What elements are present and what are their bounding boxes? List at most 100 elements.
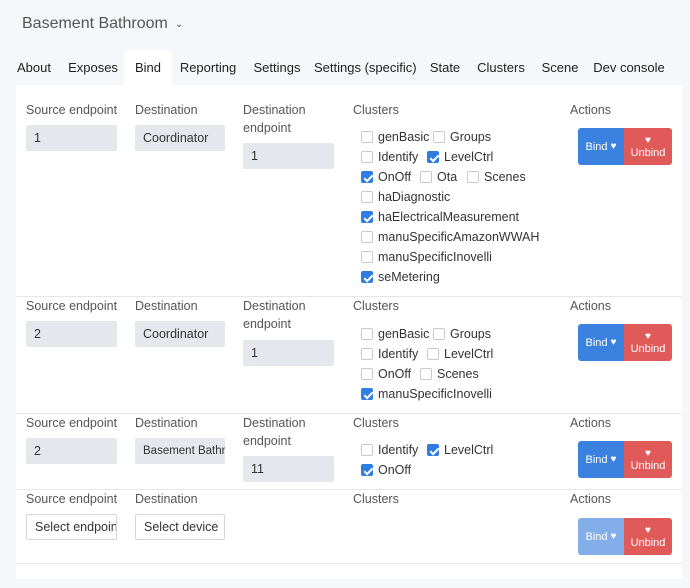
cluster-checkbox-Identify[interactable]: Identify (361, 442, 418, 458)
tab-settings[interactable]: Settings (246, 50, 308, 85)
checkbox-icon (467, 171, 479, 183)
source-endpoint-field: 2 (26, 438, 117, 464)
destination-endpoint-label-line1: Destination (243, 299, 306, 313)
cluster-checkbox-Ota[interactable]: Ota (420, 169, 457, 185)
actions-label: Actions (570, 492, 611, 506)
row-divider (16, 563, 682, 564)
tab-clusters[interactable]: Clusters (472, 50, 530, 85)
checkbox-icon (420, 368, 432, 380)
chevron-down-icon: ⌄ (174, 18, 184, 30)
checkbox-checked-icon (427, 444, 439, 456)
unbind-button[interactable]: ♥ Unbind (624, 518, 672, 555)
heart-icon: ♥ (610, 454, 617, 465)
source-endpoint-label: Source endpoint (26, 416, 118, 430)
bind-panel: Source endpoint Destination Destination … (16, 85, 682, 579)
cluster-checkbox-OnOff[interactable]: OnOff (361, 366, 411, 382)
bind-button[interactable]: Bind ♥ (578, 518, 624, 555)
checkbox-checked-icon (361, 271, 373, 283)
cluster-checkbox-LevelCtrl[interactable]: LevelCtrl (427, 149, 493, 165)
checkbox-icon (427, 348, 439, 360)
cluster-checkbox-Groups[interactable]: Groups (433, 129, 491, 145)
destination-endpoint-label-line2: endpoint (243, 121, 291, 135)
clusters-label: Clusters (353, 299, 399, 313)
cluster-checkbox-Scenes[interactable]: Scenes (420, 366, 479, 382)
checkbox-checked-icon (361, 211, 373, 223)
destination-device-select[interactable]: Select device (135, 514, 225, 540)
checkbox-icon (361, 231, 373, 243)
checkbox-icon (361, 151, 373, 163)
tab-about[interactable]: About (8, 50, 60, 85)
destination-endpoint-label-line2: endpoint (243, 434, 291, 448)
device-title-dropdown[interactable]: Basement Bathroom ⌄ (22, 15, 183, 33)
checkbox-icon (361, 131, 373, 143)
source-endpoint-field: 1 (26, 125, 117, 151)
checkbox-checked-icon (361, 171, 373, 183)
tab-exposes[interactable]: Exposes (62, 50, 124, 85)
unbind-button[interactable]: ♥ Unbind (624, 128, 672, 165)
checkbox-icon (361, 368, 373, 380)
cluster-checkbox-Groups[interactable]: Groups (433, 326, 491, 342)
destination-label: Destination (135, 299, 198, 313)
cluster-checkbox-LevelCtrl[interactable]: LevelCtrl (427, 442, 493, 458)
checkbox-icon (361, 328, 373, 340)
checkbox-icon (361, 444, 373, 456)
bind-button[interactable]: Bind ♥ (578, 441, 624, 478)
cluster-checkbox-Scenes[interactable]: Scenes (467, 169, 526, 185)
broken-heart-icon: ♥ (645, 134, 651, 146)
destination-endpoint-label-line1: Destination (243, 416, 306, 430)
heart-icon: ♥ (610, 531, 617, 542)
cluster-checkbox-haElectricalMeasurement[interactable]: haElectricalMeasurement (361, 209, 519, 225)
unbind-button[interactable]: ♥ Unbind (624, 324, 672, 361)
checkbox-checked-icon (361, 464, 373, 476)
device-title: Basement Bathroom (22, 15, 168, 32)
cluster-checkbox-genBasic[interactable]: genBasic (361, 129, 429, 145)
destination-endpoint-field: 11 (243, 456, 334, 482)
tab-bind[interactable]: Bind (124, 50, 172, 85)
cluster-checkbox-LevelCtrl[interactable]: LevelCtrl (427, 346, 493, 362)
cluster-checkbox-haDiagnostic[interactable]: haDiagnostic (361, 189, 450, 205)
bind-button[interactable]: Bind ♥ (578, 128, 624, 165)
cluster-checkbox-Identify[interactable]: Identify (361, 149, 418, 165)
destination-field: Basement Bathroom (135, 438, 225, 464)
checkbox-checked-icon (361, 388, 373, 400)
broken-heart-icon: ♥ (645, 447, 651, 459)
cluster-checkbox-OnOff[interactable]: OnOff (361, 462, 411, 478)
clusters-label: Clusters (353, 416, 399, 430)
cluster-checkbox-Identify[interactable]: Identify (361, 346, 418, 362)
broken-heart-icon: ♥ (645, 330, 651, 342)
destination-label: Destination (135, 492, 198, 506)
destination-endpoint-label-line1: Destination (243, 103, 306, 117)
source-endpoint-field: 2 (26, 321, 117, 347)
checkbox-icon (433, 131, 445, 143)
cluster-checkbox-OnOff[interactable]: OnOff (361, 169, 411, 185)
checkbox-icon (420, 171, 432, 183)
destination-label: Destination (135, 103, 198, 117)
actions-label: Actions (570, 103, 611, 117)
bind-button[interactable]: Bind ♥ (578, 324, 624, 361)
clusters-label: Clusters (353, 103, 399, 117)
cluster-checkbox-genBasic[interactable]: genBasic (361, 326, 429, 342)
destination-field: Coordinator (135, 321, 225, 347)
tab-bar: About Exposes Bind Reporting Settings Se… (0, 50, 690, 85)
source-endpoint-label: Source endpoint (26, 492, 118, 506)
cluster-checkbox-manuSpecificAmazonWWAH[interactable]: manuSpecificAmazonWWAH (361, 229, 539, 245)
checkbox-icon (361, 251, 373, 263)
tab-reporting[interactable]: Reporting (174, 50, 242, 85)
tab-state[interactable]: State (422, 50, 468, 85)
tab-dev-console[interactable]: Dev console (590, 50, 668, 85)
destination-endpoint-label-line2: endpoint (243, 317, 291, 331)
destination-label: Destination (135, 416, 198, 430)
unbind-button[interactable]: ♥ Unbind (624, 441, 672, 478)
tab-scene[interactable]: Scene (536, 50, 584, 85)
heart-icon: ♥ (610, 141, 617, 152)
destination-field: Coordinator (135, 125, 225, 151)
checkbox-icon (361, 191, 373, 203)
tab-settings-specific[interactable]: Settings (specific) (314, 50, 417, 85)
actions-label: Actions (570, 416, 611, 430)
source-endpoint-select[interactable]: Select endpoint (26, 514, 117, 540)
cluster-checkbox-manuSpecificInovelli[interactable]: manuSpecificInovelli (361, 386, 492, 402)
cluster-checkbox-manuSpecificInovelli[interactable]: manuSpecificInovelli (361, 249, 492, 265)
actions-label: Actions (570, 299, 611, 313)
cluster-checkbox-seMetering[interactable]: seMetering (361, 269, 440, 285)
destination-endpoint-field: 1 (243, 340, 334, 366)
